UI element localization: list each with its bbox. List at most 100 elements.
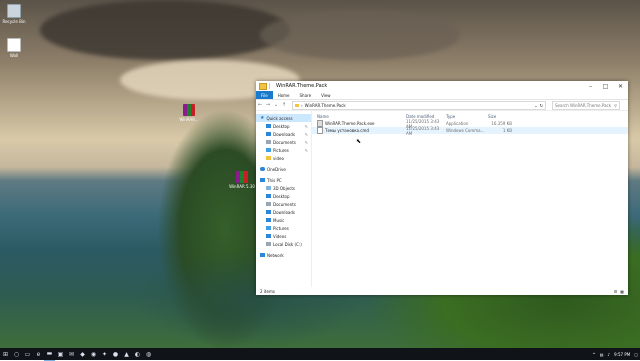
app-icon[interactable]: ▲: [121, 348, 132, 360]
minimize-button[interactable]: –: [583, 81, 598, 91]
app-icon[interactable]: ◆: [77, 348, 88, 360]
music-icon: [266, 218, 271, 222]
nav-pc-desktop[interactable]: Desktop: [256, 192, 311, 200]
folder-icon: [266, 156, 271, 160]
volume-icon[interactable]: ♪: [608, 352, 611, 357]
nav-3d-objects[interactable]: 3D Objects: [256, 184, 311, 192]
address-dropdown-icon[interactable]: ⌄: [534, 103, 537, 108]
nav-quick-access[interactable]: ★ Quick access: [256, 114, 311, 122]
navigation-pane: ★ Quick access Desktop ✎ Downloads ✎ Doc…: [256, 110, 312, 287]
tab-share[interactable]: Share: [295, 91, 317, 99]
pictures-icon: [266, 226, 271, 230]
winrar-setup-label: WinRAR 5.30: [229, 184, 255, 189]
pin-icon: ✎: [304, 123, 308, 129]
nav-this-pc[interactable]: This PC: [256, 176, 311, 184]
nav-videos-label: Videos: [273, 233, 287, 239]
download-icon: [266, 210, 271, 214]
computer-icon: [260, 178, 265, 182]
nav-downloads[interactable]: Downloads ✎: [256, 130, 311, 138]
wall-label: Wall: [9, 53, 19, 58]
task-view-icon[interactable]: ▭: [22, 348, 33, 360]
app-icon[interactable]: ◐: [132, 348, 143, 360]
nav-video[interactable]: video: [256, 154, 311, 162]
nav-music-label: Music: [273, 217, 285, 223]
search-placeholder: Search WinRAR.Theme.Pack: [555, 102, 612, 108]
up-arrow-icon[interactable]: ↑: [280, 102, 288, 108]
tray-chevron-icon[interactable]: ^: [592, 352, 595, 357]
pin-icon: ✎: [304, 147, 308, 153]
app-icon[interactable]: ✦: [99, 348, 110, 360]
nav-documents[interactable]: Documents ✎: [256, 138, 311, 146]
taskbar: ⊞ ○ ▭ e ▬ ▣ ✉ ◆ ◉ ✦ ● ▲ ◐ ◍ ^ ▤ ♪ 9:57 P…: [0, 348, 640, 361]
column-size[interactable]: Size: [486, 114, 514, 119]
nav-3d-objects-label: 3D Objects: [273, 185, 296, 191]
file-name: WinRAR.Theme.Pack.exe: [325, 121, 375, 126]
winrar-setup-icon[interactable]: WinRAR 5.30: [229, 171, 255, 189]
nav-pc-downloads[interactable]: Downloads: [256, 208, 311, 216]
ribbon-tabs: File Home Share View: [256, 91, 628, 100]
cmd-script-icon: [317, 127, 323, 134]
status-item-count: 2 items: [260, 288, 275, 294]
edge-icon[interactable]: e: [33, 348, 44, 360]
nav-pc-pictures-label: Pictures: [273, 225, 289, 231]
clock-time[interactable]: 9:57 PM: [614, 352, 630, 357]
file-row[interactable]: WinRAR.Theme.Pack.exe 11/25/2015 3:43 AM…: [312, 119, 628, 129]
nav-pc-documents[interactable]: Documents: [256, 200, 311, 208]
nav-local-disk-label: Local Disk (C:): [273, 241, 302, 247]
system-tray: ^ ▤ ♪ 9:57 PM ▢: [590, 352, 640, 357]
nav-this-pc-label: This PC: [267, 177, 282, 183]
wall-file-icon[interactable]: Wall: [1, 38, 27, 58]
nav-network[interactable]: Network: [256, 251, 311, 259]
network-icon: [260, 253, 265, 257]
file-size: 1 KB: [502, 128, 512, 133]
nav-videos[interactable]: Videos: [256, 232, 311, 240]
start-icon[interactable]: ⊞: [0, 348, 11, 360]
nav-pc-pictures[interactable]: Pictures: [256, 224, 311, 232]
nav-downloads-label: Downloads: [273, 131, 295, 137]
nav-desktop-label: Desktop: [273, 123, 290, 129]
tab-home[interactable]: Home: [273, 91, 295, 99]
refresh-icon[interactable]: ↻: [540, 103, 543, 108]
file-date: 11/25/2015 3:43 AM: [406, 125, 440, 136]
app-icon[interactable]: ●: [110, 348, 121, 360]
file-explorer-window: WinRAR.Theme.Pack – □ ✕ File Home Share …: [256, 81, 628, 295]
title-bar[interactable]: WinRAR.Theme.Pack – □ ✕: [256, 81, 628, 91]
nav-onedrive[interactable]: OneDrive: [256, 165, 311, 173]
nav-desktop[interactable]: Desktop ✎: [256, 122, 311, 130]
tab-file[interactable]: File: [256, 91, 273, 99]
nav-pc-documents-label: Documents: [273, 201, 296, 207]
network-icon[interactable]: ▤: [600, 352, 604, 357]
forward-arrow-icon[interactable]: →: [264, 102, 272, 108]
mail-icon[interactable]: ✉: [66, 348, 77, 360]
close-button[interactable]: ✕: [613, 81, 628, 91]
file-row[interactable]: Темы установка.cmd 11/25/2015 3:43 AM Wi…: [312, 125, 628, 136]
recycle-bin-icon[interactable]: Recycle Bin: [1, 4, 27, 24]
recent-chevron-icon[interactable]: ⌄: [272, 102, 280, 108]
search-icon[interactable]: ○: [11, 348, 22, 360]
tab-view[interactable]: View: [316, 91, 336, 99]
maximize-button[interactable]: □: [598, 81, 613, 91]
file-size: 16,359 KB: [491, 121, 512, 126]
address-bar[interactable]: › WinRAR.Theme.Pack ⌄ ↻: [292, 100, 546, 110]
recycle-bin-label: Recycle Bin: [2, 19, 26, 24]
large-icons-view-icon[interactable]: ▦: [620, 289, 624, 294]
app-icon[interactable]: ◉: [88, 348, 99, 360]
details-view-icon[interactable]: ☰: [614, 289, 618, 294]
column-type[interactable]: Type: [446, 114, 486, 119]
nav-pictures[interactable]: Pictures ✎: [256, 146, 311, 154]
notification-icon[interactable]: ▢: [634, 352, 638, 357]
file-explorer-icon[interactable]: ▬: [44, 348, 55, 361]
nav-local-disk[interactable]: Local Disk (C:): [256, 240, 311, 248]
nav-video-label: video: [273, 155, 284, 161]
winrar-archive-icon[interactable]: WinRAR...: [176, 104, 202, 122]
file-type: Windows Comma...: [446, 128, 485, 133]
document-icon: [266, 202, 271, 206]
app-icon[interactable]: ◍: [143, 348, 154, 360]
nav-onedrive-label: OneDrive: [267, 166, 286, 172]
pin-icon: ✎: [304, 139, 308, 145]
back-arrow-icon[interactable]: ←: [256, 102, 264, 108]
store-icon[interactable]: ▣: [55, 348, 66, 360]
nav-music[interactable]: Music: [256, 216, 311, 224]
column-name[interactable]: Name: [312, 114, 406, 119]
search-input[interactable]: Search WinRAR.Theme.Pack ⚲: [552, 100, 620, 110]
